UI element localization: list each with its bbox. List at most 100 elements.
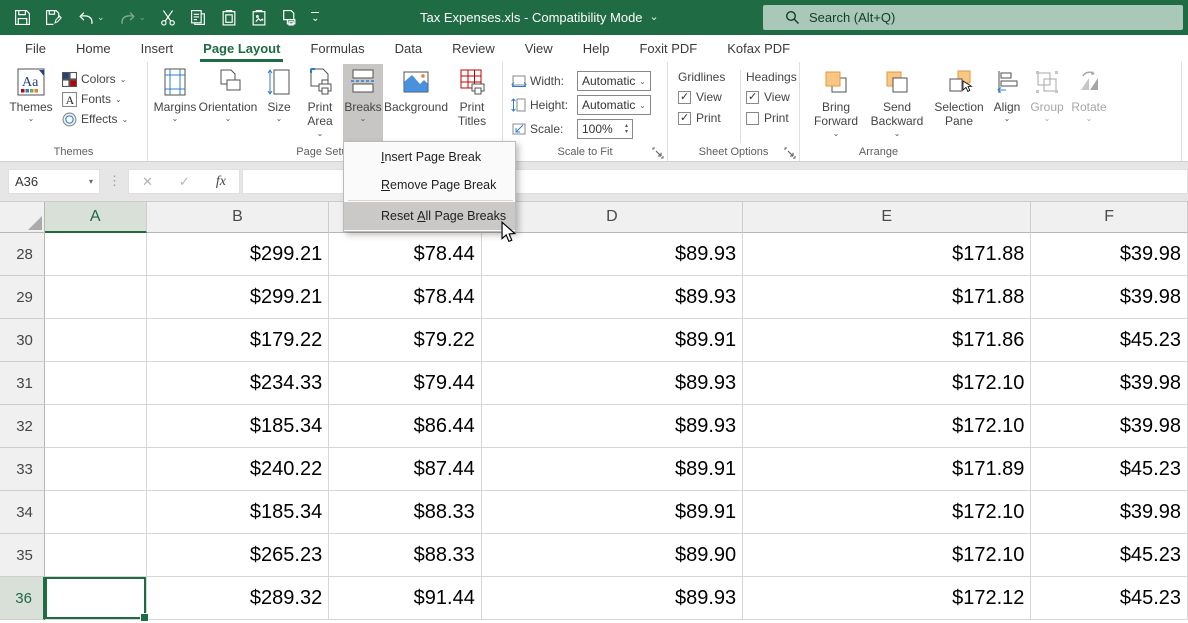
cell-A28[interactable] (44, 233, 147, 276)
group-button[interactable]: Group ⌄ (1026, 64, 1068, 125)
cell-A36[interactable] (44, 577, 149, 622)
cell-F32[interactable]: $39.98 (1031, 405, 1188, 448)
rotate-button[interactable]: Rotate ⌄ (1068, 64, 1110, 125)
name-box-dropdown-icon[interactable]: ▾ (89, 177, 93, 186)
tab-view[interactable]: View (510, 35, 568, 62)
cell-B34[interactable]: $185.34 (146, 491, 330, 534)
column-header-a[interactable]: A (44, 202, 147, 233)
cell-B31[interactable]: $234.33 (146, 362, 330, 405)
gridlines-view-checkbox[interactable]: View (678, 90, 740, 104)
tab-insert[interactable]: Insert (126, 35, 189, 62)
print-titles-button[interactable]: Print Titles (448, 64, 496, 129)
effects-button[interactable]: Effects ⌄ (62, 110, 128, 128)
height-dropdown[interactable]: Automatic ⌄ (577, 95, 651, 115)
cell-E30[interactable]: $171.86 (743, 319, 1032, 362)
select-all-corner[interactable] (0, 202, 45, 233)
cut-button[interactable] (160, 9, 176, 26)
tab-home[interactable]: Home (61, 35, 126, 62)
cell-C31[interactable]: $79.44 (329, 362, 482, 405)
cell-C36[interactable]: $91.44 (329, 577, 482, 620)
menu-item-remove-page-break[interactable]: Remove Page Break (344, 171, 515, 199)
tab-page-layout[interactable]: Page Layout (188, 35, 295, 62)
redo-button[interactable]: ⌄ (119, 10, 146, 26)
cell-D29[interactable]: $89.93 (481, 276, 744, 319)
cell-D34[interactable]: $89.91 (481, 491, 744, 534)
print-area-button[interactable]: Print Area ⌄ (298, 64, 342, 139)
enter-icon[interactable]: ✓ (179, 174, 190, 190)
orientation-button[interactable]: Orientation ⌄ (198, 64, 258, 125)
row-header-35[interactable]: 35 (0, 534, 45, 577)
cell-C32[interactable]: $86.44 (329, 405, 482, 448)
headings-view-checkbox[interactable]: View (746, 90, 808, 104)
cell-B36[interactable]: $289.32 (146, 577, 330, 620)
selection-pane-button[interactable]: Selection Pane (930, 64, 988, 129)
row-header-31[interactable]: 31 (0, 362, 45, 405)
cell-E34[interactable]: $172.10 (743, 491, 1032, 534)
breaks-button[interactable]: Breaks ⌄ (343, 64, 383, 141)
cell-C35[interactable]: $88.33 (329, 534, 482, 577)
print-preview-button[interactable] (281, 9, 297, 26)
row-header-36[interactable]: 36 (0, 577, 45, 620)
cell-C33[interactable]: $87.44 (329, 448, 482, 491)
cell-A30[interactable] (44, 319, 147, 362)
save-as-button[interactable] (45, 9, 63, 26)
cell-B30[interactable]: $179.22 (146, 319, 330, 362)
cell-B32[interactable]: $185.34 (146, 405, 330, 448)
tab-file[interactable]: File (10, 35, 61, 62)
column-header-e[interactable]: E (743, 202, 1032, 233)
cell-E31[interactable]: $172.10 (743, 362, 1032, 405)
menu-item-insert-page-break[interactable]: Insert Page Break (344, 143, 515, 171)
cell-F28[interactable]: $39.98 (1031, 233, 1188, 276)
column-header-d[interactable]: D (481, 202, 744, 233)
tab-review[interactable]: Review (437, 35, 510, 62)
cell-F29[interactable]: $39.98 (1031, 276, 1188, 319)
customize-qat-button[interactable]: ⌄ (311, 11, 320, 24)
undo-button[interactable]: ⌄ (77, 10, 105, 26)
cell-E35[interactable]: $172.10 (743, 534, 1032, 577)
cell-E28[interactable]: $171.88 (743, 233, 1032, 276)
cell-A32[interactable] (44, 405, 147, 448)
cell-C30[interactable]: $79.22 (329, 319, 482, 362)
cell-D33[interactable]: $89.91 (481, 448, 744, 491)
scale-spinner[interactable]: 100% ▴ ▾ (577, 119, 633, 139)
cell-F31[interactable]: $39.98 (1031, 362, 1188, 405)
fonts-button[interactable]: A Fonts ⌄ (62, 90, 128, 108)
row-header-29[interactable]: 29 (0, 276, 45, 319)
paste-button[interactable] (221, 9, 237, 26)
tab-formulas[interactable]: Formulas (295, 35, 379, 62)
cell-D28[interactable]: $89.93 (481, 233, 744, 276)
cell-C34[interactable]: $88.33 (329, 491, 482, 534)
copy-button[interactable] (190, 9, 207, 26)
menu-item-reset-all-page-breaks[interactable]: Reset All Page Breaks (344, 202, 515, 230)
cell-A33[interactable] (44, 448, 147, 491)
headings-print-checkbox[interactable]: Print (746, 111, 808, 125)
cell-D30[interactable]: $89.91 (481, 319, 744, 362)
send-backward-button[interactable]: Send Backward ⌄ (866, 64, 928, 139)
search-input[interactable]: Search (Alt+Q) (763, 5, 1183, 30)
cell-E33[interactable]: $171.89 (743, 448, 1032, 491)
cell-A29[interactable] (44, 276, 147, 319)
cell-D32[interactable]: $89.93 (481, 405, 744, 448)
cell-B33[interactable]: $240.22 (146, 448, 330, 491)
cell-F33[interactable]: $45.23 (1031, 448, 1188, 491)
cell-B35[interactable]: $265.23 (146, 534, 330, 577)
paste-picture-button[interactable] (251, 9, 267, 26)
cell-D31[interactable]: $89.93 (481, 362, 744, 405)
tab-kofax-pdf[interactable]: Kofax PDF (712, 35, 805, 62)
cell-E36[interactable]: $172.12 (743, 577, 1032, 620)
margins-button[interactable]: Margins ⌄ (152, 64, 198, 125)
colors-button[interactable]: Colors ⌄ (62, 70, 128, 88)
cancel-icon[interactable]: ✕ (142, 174, 153, 190)
cell-C28[interactable]: $78.44 (329, 233, 482, 276)
column-header-f[interactable]: F (1031, 202, 1188, 233)
bring-forward-button[interactable]: Bring Forward ⌄ (808, 64, 864, 139)
cell-F36[interactable]: $45.23 (1031, 577, 1188, 620)
cell-F35[interactable]: $45.23 (1031, 534, 1188, 577)
cell-A31[interactable] (44, 362, 147, 405)
row-header-32[interactable]: 32 (0, 405, 45, 448)
cell-C29[interactable]: $78.44 (329, 276, 482, 319)
tab-foxit-pdf[interactable]: Foxit PDF (624, 35, 712, 62)
row-header-30[interactable]: 30 (0, 319, 45, 362)
tab-data[interactable]: Data (380, 35, 437, 62)
undo-dropdown-icon[interactable]: ⌄ (97, 13, 105, 22)
